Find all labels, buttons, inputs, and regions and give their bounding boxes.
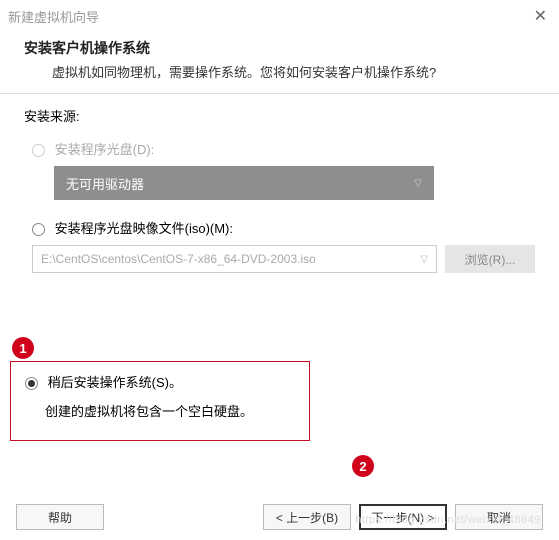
annotation-badge-1: 1 xyxy=(12,337,34,359)
chevron-down-icon: ▽ xyxy=(420,254,428,265)
iso-path-input[interactable]: E:\CentOS\centos\CentOS-7-x86_64-DVD-200… xyxy=(32,245,437,273)
option-install-later-box: 稍后安装操作系统(S)。 创建的虚拟机将包含一个空白硬盘。 xyxy=(10,361,310,441)
cancel-button[interactable]: 取消 xyxy=(455,504,543,530)
disc-dropdown-text: 无可用驱动器 xyxy=(66,174,144,193)
radio-later[interactable] xyxy=(25,377,38,390)
option-installer-disc: 安装程序光盘(D): xyxy=(32,139,535,158)
option-iso-file[interactable]: 安装程序光盘映像文件(iso)(M): xyxy=(32,218,535,237)
option-later-desc: 创建的虚拟机将包含一个空白硬盘。 xyxy=(25,401,295,420)
radio-disc xyxy=(32,144,45,157)
back-button[interactable]: < 上一步(B) xyxy=(263,504,351,530)
annotation-badge-2: 2 xyxy=(352,455,374,477)
option-disc-label: 安装程序光盘(D): xyxy=(55,142,155,157)
chevron-down-icon: ▽ xyxy=(414,178,422,189)
disc-dropdown: 无可用驱动器 ▽ xyxy=(54,166,434,200)
browse-button[interactable]: 浏览(R)... xyxy=(445,245,535,273)
next-button[interactable]: 下一步(N) > xyxy=(359,504,447,530)
window-title: 新建虚拟机向导 xyxy=(8,7,99,26)
option-iso-label: 安装程序光盘映像文件(iso)(M): xyxy=(55,221,233,236)
option-install-later[interactable]: 稍后安装操作系统(S)。 xyxy=(25,372,295,391)
option-later-label: 稍后安装操作系统(S)。 xyxy=(48,375,182,390)
iso-path-text: E:\CentOS\centos\CentOS-7-x86_64-DVD-200… xyxy=(41,252,316,266)
help-button[interactable]: 帮助 xyxy=(16,504,104,530)
wizard-title: 安装客户机操作系统 xyxy=(24,38,535,58)
close-icon[interactable]: ✕ xyxy=(534,6,547,26)
radio-iso[interactable] xyxy=(32,223,45,236)
wizard-subtitle: 虚拟机如同物理机，需要操作系统。您将如何安装客户机操作系统? xyxy=(24,62,535,81)
source-label: 安装来源: xyxy=(24,106,535,125)
